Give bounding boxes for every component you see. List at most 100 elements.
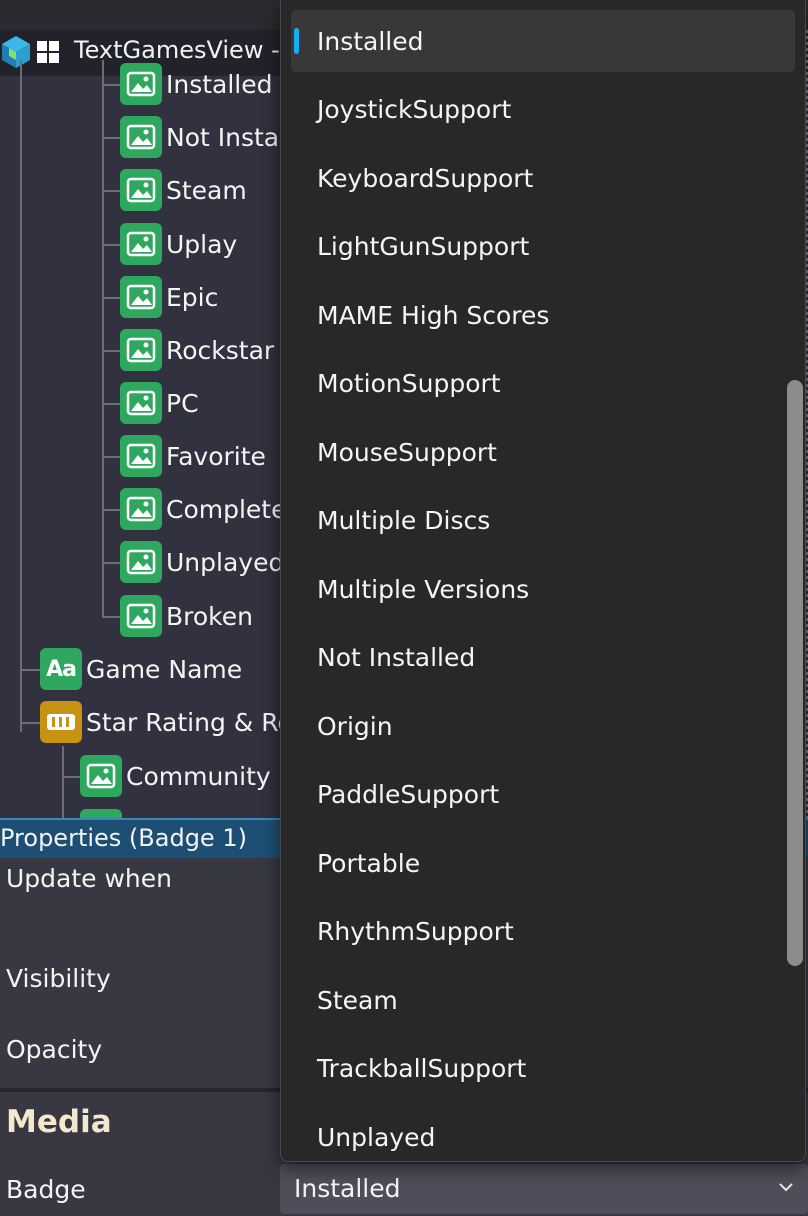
selection-indicator (294, 28, 299, 54)
image-badge-icon (120, 541, 162, 583)
dropdown-option-label: Portable (317, 848, 421, 878)
image-badge-icon (120, 276, 162, 318)
dropdown-option[interactable]: TrackballSupport (291, 1038, 795, 1100)
image-badge-icon (120, 329, 162, 371)
tree-line (102, 84, 120, 86)
dropdown-option-label: Installed (317, 26, 424, 56)
tree-item-label: Favorite (166, 441, 266, 471)
tree-item-label: Community S (126, 761, 290, 791)
tree-line (62, 776, 80, 778)
dropdown-option[interactable]: JoystickSupport (291, 79, 795, 141)
tree-line (102, 562, 120, 564)
media-section-heading: Media (6, 1104, 112, 1140)
tree-item-favorite[interactable]: Favorite (120, 434, 266, 478)
tree-item-label: Epic (166, 282, 219, 312)
tree-item-label: Broken (166, 601, 253, 631)
tree-item-broken[interactable]: Broken (120, 594, 253, 638)
image-badge-icon (80, 809, 122, 818)
visibility-label: Visibility (6, 964, 111, 993)
tree-item-label: PC (166, 388, 199, 418)
dropdown-option[interactable]: MouseSupport (291, 421, 795, 483)
text-aa-icon: Aa (40, 648, 82, 690)
image-badge-icon (120, 63, 162, 105)
dropdown-option[interactable]: KeyboardSupport (291, 147, 795, 209)
dropdown-option[interactable]: LightGunSupport (291, 216, 795, 278)
tree-line (102, 297, 120, 299)
tree-item-installed[interactable]: Installed (120, 62, 273, 106)
tree-item-label: Complete (166, 494, 287, 524)
tree-item-partial[interactable] (80, 808, 126, 818)
dropdown-option[interactable]: RhythmSupport (291, 901, 795, 963)
tree-line (102, 350, 120, 352)
tree-item-unplayed[interactable]: Unplayed (120, 540, 284, 584)
tree-line (62, 746, 64, 818)
tree-line (20, 722, 40, 724)
dropdown-option-label: PaddleSupport (317, 780, 500, 809)
opacity-label: Opacity (6, 1035, 103, 1064)
dropdown-option[interactable]: Origin (291, 695, 795, 757)
dropdown-option[interactable]: Installed (291, 10, 795, 72)
tree-item-not-installed[interactable]: Not Instal (120, 115, 286, 159)
dropdown-option-label: TrackballSupport (317, 1054, 527, 1083)
dropdown-option[interactable]: Multiple Discs (291, 490, 795, 552)
dropdown-option-label: MAME High Scores (317, 300, 550, 330)
dropdown-option-label: JoystickSupport (317, 95, 512, 124)
badge-label: Badge (6, 1175, 86, 1204)
dropdown-option-label: Multiple Versions (317, 574, 530, 604)
dropdown-option-label: Multiple Discs (317, 506, 491, 535)
badge-select[interactable]: Installed (280, 1164, 808, 1214)
dropdown-option-label: Steam (317, 985, 398, 1015)
tree-item-label: Star Rating & Re (86, 707, 290, 737)
rating-bars-icon (40, 701, 82, 743)
image-badge-icon (120, 169, 162, 211)
tree-view[interactable]: Installed Not Instal Steam Uplay Epic Ro… (0, 60, 290, 818)
image-badge-icon (120, 382, 162, 424)
dropdown-option[interactable]: MAME High Scores (291, 284, 795, 346)
dropdown-option[interactable]: Steam (291, 969, 795, 1031)
image-badge-icon (120, 435, 162, 477)
chevron-down-icon (779, 1183, 793, 1192)
dropdown-option-label: MouseSupport (317, 437, 497, 467)
update-when-label: Update when (6, 864, 173, 893)
tree-line (102, 509, 120, 511)
tree-line (20, 60, 22, 732)
dropdown-scrollbar-thumb[interactable] (787, 380, 803, 966)
tree-item-game-name[interactable]: Aa Game Name (40, 647, 242, 691)
tree-item-community[interactable]: Community S (80, 754, 290, 798)
tree-line (102, 244, 120, 246)
dropdown-option-label: LightGunSupport (317, 232, 530, 261)
dropdown-option[interactable]: Multiple Versions (291, 558, 795, 620)
dropdown-option[interactable]: MotionSupport (291, 353, 795, 415)
tree-line (102, 190, 120, 192)
image-badge-icon (120, 223, 162, 265)
dropdown-option[interactable]: Unplayed (291, 1106, 795, 1161)
tree-item-rockstar[interactable]: Rockstar (120, 328, 274, 372)
tree-item-pc[interactable]: PC (120, 381, 199, 425)
tree-item-epic[interactable]: Epic (120, 275, 218, 319)
properties-title: Properties (Badge 1) (0, 824, 247, 852)
dropdown-option-label: Unplayed (317, 1122, 436, 1152)
tree-item-completed[interactable]: Complete (120, 487, 286, 531)
tree-line (102, 456, 120, 458)
dropdown-option-label: MotionSupport (317, 369, 501, 398)
dropdown-option-label: RhythmSupport (317, 917, 514, 946)
image-badge-icon (120, 595, 162, 637)
tree-item-label: Steam (166, 175, 247, 205)
image-badge-icon (120, 116, 162, 158)
tree-item-star-rating[interactable]: Star Rating & Re (40, 700, 290, 744)
tree-item-label: Uplay (166, 229, 238, 259)
tree-item-uplay[interactable]: Uplay (120, 222, 237, 266)
tree-item-steam[interactable]: Steam (120, 168, 247, 212)
dropdown-option-label: Origin (317, 711, 393, 741)
dropdown-option-label: Not Installed (317, 643, 476, 672)
dropdown-option[interactable]: PaddleSupport (291, 764, 795, 826)
tree-item-label: Not Instal (166, 122, 287, 152)
tree-item-label: Game Name (86, 654, 243, 684)
dropdown-option[interactable]: Not Installed (291, 627, 795, 689)
dropdown-option-label: KeyboardSupport (317, 163, 534, 193)
tree-line (102, 403, 120, 405)
badge-dropdown-list[interactable]: Installed JoystickSupport KeyboardSupport L… (280, 0, 806, 1162)
dropdown-option[interactable]: Portable (291, 832, 795, 894)
tree-line (102, 137, 120, 139)
tree-item-label: Installed (166, 69, 273, 99)
